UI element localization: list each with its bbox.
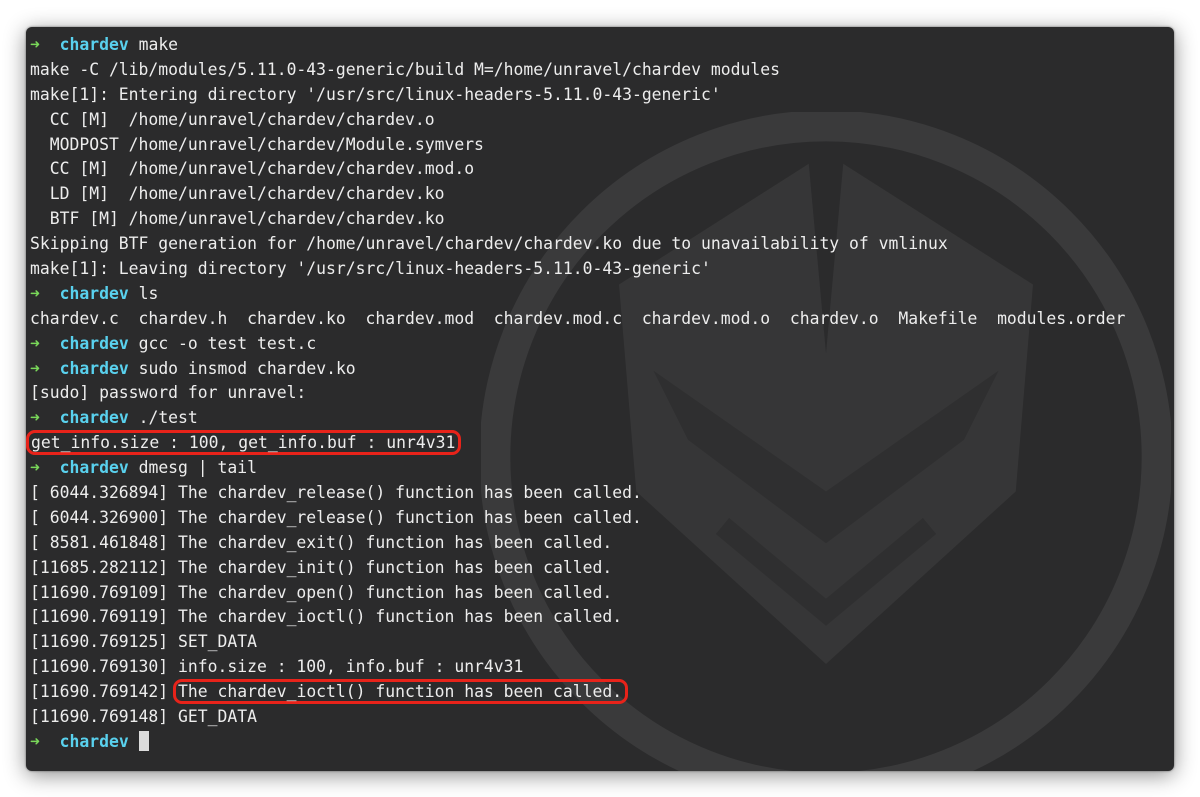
terminal-line: ➜ chardev bbox=[30, 730, 1174, 755]
terminal-line: [ 6044.326900] The chardev_release() fun… bbox=[30, 506, 1174, 531]
terminal-line: make[1]: Entering directory '/usr/src/li… bbox=[30, 83, 1174, 108]
output-text: make -C /lib/modules/5.11.0-43-generic/b… bbox=[30, 59, 780, 79]
prompt-directory: chardev bbox=[59, 283, 129, 303]
arrow-right-icon: ➜ bbox=[30, 408, 40, 428]
output-text: Skipping BTF generation for /home/unrave… bbox=[30, 234, 948, 254]
output-text: [ 8581.461848] The chardev_exit() functi… bbox=[30, 532, 613, 552]
terminal-line: CC [M] /home/unravel/chardev/chardev.mod… bbox=[30, 157, 1174, 182]
output-text: [ 6044.326900] The chardev_release() fun… bbox=[30, 507, 642, 527]
output-text: [11690.769125] SET_DATA bbox=[30, 632, 257, 652]
arrow-right-icon: ➜ bbox=[30, 35, 40, 54]
output-text: LD [M] /home/unravel/chardev/chardev.ko bbox=[30, 184, 445, 204]
terminal-output[interactable]: ➜ chardev make make -C /lib/modules/5.11.… bbox=[26, 33, 1174, 755]
terminal-line: get_info.size : 100, get_info.buf : unr4… bbox=[26, 430, 1174, 456]
output-text: [11685.282112] The chardev_init() functi… bbox=[30, 557, 613, 577]
prompt-directory: chardev bbox=[59, 333, 129, 353]
highlighted-output: get_info.size : 100, get_info.buf : unr4… bbox=[26, 430, 462, 456]
terminal-line: [11685.282112] The chardev_init() functi… bbox=[30, 556, 1174, 581]
terminal-line: chardev.c chardev.h chardev.ko chardev.m… bbox=[30, 307, 1174, 332]
output-text: make[1]: Leaving directory '/usr/src/lin… bbox=[30, 259, 711, 279]
terminal-line: ➜ chardev ls bbox=[30, 282, 1174, 307]
command-text: ./test bbox=[138, 408, 198, 428]
command-text: dmesg | tail bbox=[138, 458, 257, 478]
text-cursor[interactable] bbox=[138, 730, 149, 751]
terminal-line: LD [M] /home/unravel/chardev/chardev.ko bbox=[30, 182, 1174, 207]
terminal-line: [11690.769119] The chardev_ioctl() funct… bbox=[30, 605, 1174, 630]
terminal-line: ➜ chardev make bbox=[30, 33, 1174, 58]
terminal-line: ➜ chardev gcc -o test test.c bbox=[30, 332, 1174, 357]
highlighted-output: The chardev_ioctl() function has been ca… bbox=[173, 679, 629, 705]
prompt-directory: chardev bbox=[59, 358, 129, 378]
terminal-line: [ 6044.326894] The chardev_release() fun… bbox=[30, 481, 1174, 506]
terminal-line: BTF [M] /home/unravel/chardev/chardev.ko bbox=[30, 207, 1174, 232]
output-text: chardev.c chardev.h chardev.ko chardev.m… bbox=[30, 308, 1126, 328]
output-text: [ 6044.326894] The chardev_release() fun… bbox=[30, 483, 642, 503]
terminal-line: Skipping BTF generation for /home/unrave… bbox=[30, 232, 1174, 257]
prompt-directory: chardev bbox=[59, 458, 129, 478]
output-text: make[1]: Entering directory '/usr/src/li… bbox=[30, 84, 721, 104]
output-text: CC [M] /home/unravel/chardev/chardev.mod… bbox=[30, 159, 475, 179]
output-text: BTF [M] /home/unravel/chardev/chardev.ko bbox=[30, 209, 445, 229]
output-prefix: [11690.769142] bbox=[30, 682, 179, 702]
command-text: make bbox=[138, 35, 179, 54]
terminal-line: CC [M] /home/unravel/chardev/chardev.o bbox=[30, 108, 1174, 133]
terminal-line: ➜ chardev ./test bbox=[30, 406, 1174, 431]
terminal-line: [ 8581.461848] The chardev_exit() functi… bbox=[30, 531, 1174, 556]
terminal-line: ➜ chardev dmesg | tail bbox=[30, 456, 1174, 481]
terminal-window[interactable]: ➜ chardev make make -C /lib/modules/5.11.… bbox=[26, 27, 1174, 771]
prompt-directory: chardev bbox=[59, 731, 129, 751]
command-text: ls bbox=[138, 283, 159, 303]
arrow-right-icon: ➜ bbox=[30, 731, 40, 751]
prompt-directory: chardev bbox=[59, 35, 129, 54]
terminal-line: [11690.769109] The chardev_open() functi… bbox=[30, 581, 1174, 606]
output-text: CC [M] /home/unravel/chardev/chardev.o bbox=[30, 109, 435, 129]
terminal-line: MODPOST /home/unravel/chardev/Module.sym… bbox=[30, 133, 1174, 158]
terminal-line: [11690.769142] The chardev_ioctl() funct… bbox=[30, 679, 1174, 705]
terminal-line: ➜ chardev sudo insmod chardev.ko bbox=[30, 357, 1174, 382]
terminal-line: make[1]: Leaving directory '/usr/src/lin… bbox=[30, 257, 1174, 282]
arrow-right-icon: ➜ bbox=[30, 283, 40, 303]
terminal-line: make -C /lib/modules/5.11.0-43-generic/b… bbox=[30, 58, 1174, 83]
output-text: [11690.769148] GET_DATA bbox=[30, 707, 257, 727]
arrow-right-icon: ➜ bbox=[30, 458, 40, 478]
arrow-right-icon: ➜ bbox=[30, 333, 40, 353]
output-text: [11690.769119] The chardev_ioctl() funct… bbox=[30, 607, 623, 627]
output-text: [11690.769109] The chardev_open() functi… bbox=[30, 582, 613, 602]
output-text: MODPOST /home/unravel/chardev/Module.sym… bbox=[30, 134, 484, 154]
prompt-directory: chardev bbox=[59, 408, 129, 428]
terminal-line: [sudo] password for unravel: bbox=[30, 381, 1174, 406]
terminal-line: [11690.769130] info.size : 100, info.buf… bbox=[30, 655, 1174, 680]
command-text: sudo insmod chardev.ko bbox=[138, 358, 356, 378]
terminal-line: [11690.769148] GET_DATA bbox=[30, 705, 1174, 730]
command-text: gcc -o test test.c bbox=[138, 333, 317, 353]
terminal-line: [11690.769125] SET_DATA bbox=[30, 630, 1174, 655]
arrow-right-icon: ➜ bbox=[30, 358, 40, 378]
output-text: [11690.769130] info.size : 100, info.buf… bbox=[30, 657, 524, 677]
output-text: [sudo] password for unravel: bbox=[30, 383, 307, 403]
